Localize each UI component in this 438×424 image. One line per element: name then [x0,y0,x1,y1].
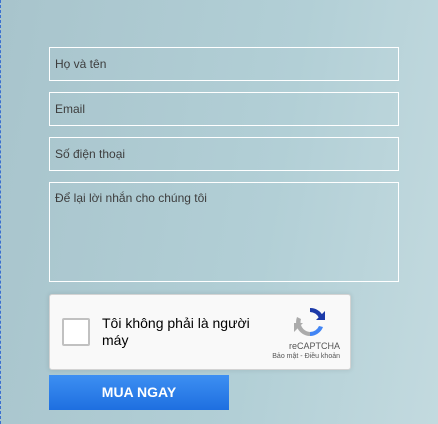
recaptcha-logo-icon [294,307,325,336]
left-border-line [0,0,1,424]
recaptcha-label: Tôi không phải là người máy [102,315,250,348]
email-field[interactable] [49,92,399,126]
message-textarea[interactable] [49,182,399,282]
privacy-link[interactable]: Bảo mật [272,353,298,360]
buy-now-button[interactable]: MUA NGAY [49,375,229,410]
recaptcha-checkbox[interactable] [62,318,90,346]
terms-link[interactable]: Điều khoản [305,353,340,360]
recaptcha-brand: reCAPTCHA [288,341,340,351]
recaptcha-widget: Tôi không phải là người máy reCAPTCHA Bả… [49,294,351,370]
phone-field[interactable] [49,137,399,171]
name-field[interactable] [49,47,399,81]
recaptcha-links: Bảo mật - Điều khoản [240,353,340,360]
